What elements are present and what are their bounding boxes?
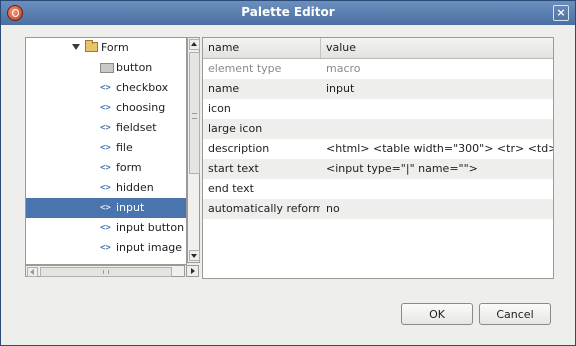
grip-icon: [192, 113, 197, 119]
tree-item-choosing[interactable]: <> choosing: [26, 98, 186, 118]
tree-item-input[interactable]: <> input: [26, 198, 186, 218]
tag-icon: <>: [100, 243, 111, 253]
scroll-up-icon[interactable]: [189, 39, 200, 50]
folder-icon: [85, 40, 98, 52]
expander-icon[interactable]: [72, 44, 80, 50]
tree-item-label: input button: [116, 221, 185, 234]
table-row[interactable]: automatically reformat no: [203, 199, 553, 219]
ok-button[interactable]: OK: [401, 303, 473, 325]
tree-vertical-scrollbar[interactable]: [187, 37, 200, 263]
property-name: icon: [208, 102, 231, 115]
tree-folder-form[interactable]: Form: [26, 38, 186, 58]
property-name: end text: [208, 182, 254, 195]
scroll-thumb[interactable]: [40, 267, 172, 277]
table-row[interactable]: element type macro: [203, 59, 553, 79]
table-row[interactable]: large icon: [203, 119, 553, 139]
table-row[interactable]: name input: [203, 79, 553, 99]
close-icon[interactable]: ×: [553, 5, 569, 21]
property-name: element type: [208, 62, 282, 75]
column-header-name[interactable]: name: [203, 38, 320, 58]
tree-item-fieldset[interactable]: <> fieldset: [26, 118, 186, 138]
tag-icon: <>: [100, 223, 111, 233]
property-value: macro: [326, 62, 361, 75]
title-bar[interactable]: Palette Editor ×: [1, 1, 575, 25]
table-row[interactable]: description <html> <table width="300"> <…: [203, 139, 553, 159]
scroll-left-icon[interactable]: [27, 267, 38, 277]
tree-item-input-button[interactable]: <> input button: [26, 218, 186, 238]
tree-item-label: form: [116, 161, 142, 174]
table-header: name value: [203, 38, 553, 59]
table-row[interactable]: icon: [203, 99, 553, 119]
palette-tree: Form button <> checkbox <> choosing <> f…: [25, 37, 187, 265]
property-name: description: [208, 142, 270, 155]
properties-table: name value element type macro name input…: [202, 37, 554, 279]
property-value[interactable]: input: [321, 79, 553, 99]
tree-item-form[interactable]: <> form: [26, 158, 186, 178]
tree-item-label: fieldset: [116, 121, 157, 134]
tag-icon: <>: [100, 123, 111, 133]
tree-item-file[interactable]: <> file: [26, 138, 186, 158]
tree-item-label: input: [116, 201, 145, 214]
property-name: name: [208, 82, 240, 95]
tree-item-label: file: [116, 141, 133, 154]
column-header-value[interactable]: value: [320, 38, 553, 58]
scroll-thumb[interactable]: [189, 52, 200, 174]
palette-editor-window: Palette Editor × Form button <> checkbox…: [0, 0, 576, 346]
property-name: start text: [208, 162, 259, 175]
tag-icon: <>: [100, 103, 111, 113]
tree-item-label: choosing: [116, 101, 166, 114]
table-row[interactable]: end text: [203, 179, 553, 199]
property-value[interactable]: [321, 179, 553, 199]
tree-item-label: input image: [116, 241, 183, 254]
window-title: Palette Editor: [241, 5, 335, 19]
tree-item-hidden[interactable]: <> hidden: [26, 178, 186, 198]
tree-horizontal-scrollbar[interactable]: [25, 265, 199, 277]
table-row[interactable]: start text <input type="|" name="">: [203, 159, 553, 179]
tag-icon: <>: [100, 83, 111, 93]
property-value[interactable]: <input type="|" name="">: [321, 159, 553, 179]
tag-icon: <>: [100, 163, 111, 173]
property-name: large icon: [208, 122, 263, 135]
property-value[interactable]: [321, 99, 553, 119]
property-name: automatically reformat: [208, 202, 320, 215]
tree-folder-label: Form: [101, 41, 129, 54]
tree-item-label: button: [116, 61, 153, 74]
tree-item-input-image[interactable]: <> input image: [26, 238, 186, 258]
tree-item-label: checkbox: [116, 81, 169, 94]
scroll-down-icon[interactable]: [189, 250, 200, 261]
tree-item-label: hidden: [116, 181, 154, 194]
property-value[interactable]: no: [321, 199, 553, 219]
tree-item-checkbox[interactable]: <> checkbox: [26, 78, 186, 98]
tag-icon: <>: [100, 183, 111, 193]
tag-icon: <>: [100, 143, 111, 153]
grip-icon: [103, 270, 109, 274]
property-value[interactable]: <html> <table width="300"> <tr> <td>: [321, 139, 553, 159]
scroll-right-icon[interactable]: [186, 265, 199, 277]
tag-icon: <>: [100, 203, 111, 213]
button-icon: [100, 63, 114, 73]
tree-item-button[interactable]: button: [26, 58, 186, 78]
property-value[interactable]: [321, 119, 553, 139]
cancel-button[interactable]: Cancel: [479, 303, 551, 325]
